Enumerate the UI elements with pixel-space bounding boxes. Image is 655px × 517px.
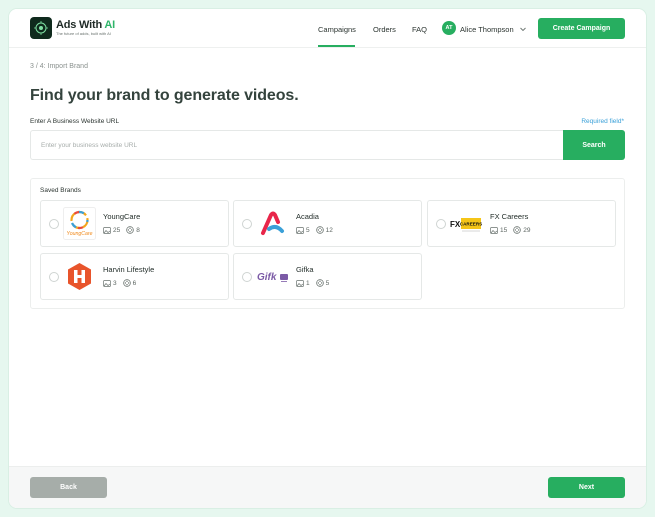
youngcare-logo-icon: YoungCare	[63, 207, 96, 240]
saved-brands-panel: Saved Brands YoungCare YoungCare 25 8 Ac…	[30, 178, 625, 309]
svg-text:YoungCare: YoungCare	[67, 231, 93, 237]
brand-name: Harvin Lifestyle	[103, 265, 155, 274]
gifka-logo-icon: Gifk	[257, 272, 288, 283]
back-button[interactable]: Back	[30, 477, 107, 498]
nav-orders[interactable]: Orders	[373, 25, 396, 34]
next-button[interactable]: Next	[548, 477, 625, 498]
acadia-logo-icon	[261, 211, 284, 235]
image-icon	[103, 226, 111, 234]
video-reel-icon	[122, 279, 131, 287]
video-reel-icon	[126, 226, 134, 234]
create-campaign-button[interactable]: Create Campaign	[538, 18, 625, 39]
brand-name: Gifka	[296, 265, 314, 274]
brand-card-acadia[interactable]: Acadia 5 12	[233, 200, 422, 247]
video-count: 12	[325, 226, 333, 234]
fx-careers-logo-icon: FX CAREERS	[450, 218, 482, 232]
brand-card-fx-careers[interactable]: FX CAREERS FX Careers 15 29	[427, 200, 616, 247]
harvin-logo-icon	[68, 263, 91, 290]
brand-card-harvin-lifestyle[interactable]: Harvin Lifestyle 3 6	[40, 253, 229, 300]
video-reel-icon	[315, 226, 324, 234]
logo[interactable]: Ads With AI The future of adds, built wi…	[30, 17, 115, 39]
logo-title: Ads With AI	[56, 18, 116, 31]
footer-bar: Back Next	[9, 466, 646, 508]
brand-card-gifka[interactable]: Gifk Gifka 1 5	[233, 253, 422, 300]
video-reel-icon	[513, 226, 521, 234]
brand-radio[interactable]	[436, 219, 446, 229]
image-count: 15	[500, 226, 508, 234]
top-header: Ads With AI The future of adds, built wi…	[9, 9, 646, 48]
image-icon	[296, 226, 304, 234]
search-button[interactable]: Search	[563, 130, 625, 160]
logo-tagline: The future of adds, built with AI	[56, 30, 111, 36]
avatar[interactable]: AT	[442, 21, 456, 35]
video-count: 29	[523, 226, 531, 234]
breadcrumb: 3 / 4: Import Brand	[30, 63, 88, 70]
svg-text:Gifk: Gifk	[257, 272, 277, 283]
nav-campaigns[interactable]: Campaigns	[318, 25, 356, 34]
brand-radio[interactable]	[49, 219, 59, 229]
image-count: 25	[113, 226, 121, 234]
brain-icon	[30, 17, 52, 39]
svg-text:CAREERS: CAREERS	[460, 222, 482, 227]
image-count: 3	[113, 279, 117, 287]
nav-faq[interactable]: FAQ	[412, 25, 427, 34]
video-reel-icon	[315, 279, 324, 287]
image-icon	[296, 279, 304, 287]
image-icon	[490, 226, 498, 234]
image-count: 1	[306, 279, 310, 287]
required-field-note: Required field*	[581, 118, 624, 125]
image-count: 5	[306, 226, 310, 234]
nav-active-indicator	[318, 45, 355, 47]
saved-brands-title: Saved Brands	[40, 187, 81, 194]
video-count: 6	[132, 279, 137, 287]
brand-radio[interactable]	[49, 272, 59, 282]
brand-radio[interactable]	[242, 272, 252, 282]
brand-name: Acadia	[296, 212, 319, 221]
video-count: 5	[325, 279, 330, 287]
app-window: Ads With AI The future of adds, built wi…	[9, 9, 646, 508]
brand-radio[interactable]	[242, 219, 252, 229]
user-name[interactable]: Alice Thompson	[460, 25, 514, 34]
video-count: 8	[136, 226, 140, 234]
url-field-label: Enter A Business Website URL	[30, 118, 120, 125]
chevron-down-icon[interactable]	[519, 25, 527, 33]
brand-name: YoungCare	[103, 212, 141, 221]
page-title: Find your brand to generate videos.	[30, 87, 299, 104]
image-icon	[103, 279, 111, 287]
brand-card-youngcare[interactable]: YoungCare YoungCare 25 8	[40, 200, 229, 247]
website-url-input[interactable]	[30, 130, 564, 160]
brand-name: FX Careers	[490, 212, 529, 221]
